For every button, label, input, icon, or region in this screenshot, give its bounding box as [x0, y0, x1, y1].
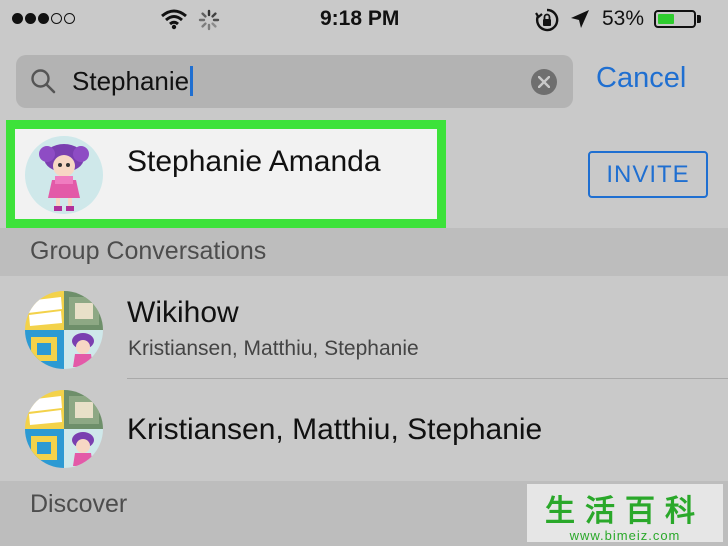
battery-icon [654, 10, 696, 28]
section-header-group-conversations: Group Conversations [0, 228, 728, 276]
group-avatar [25, 390, 103, 468]
group-avatar [25, 291, 103, 369]
contact-avatar [25, 136, 103, 214]
contact-name: Stephanie Amanda [127, 145, 381, 178]
signal-strength-icon [12, 13, 75, 24]
clear-search-icon[interactable] [531, 69, 557, 95]
search-input-text[interactable]: Stephanie [72, 66, 194, 98]
cancel-button[interactable]: Cancel [596, 62, 686, 95]
conversation-title: Kristiansen, Matthiu, Stephanie [127, 413, 543, 446]
watermark-logo: 生活百科 www.bimeiz.com [527, 484, 723, 543]
wifi-icon [161, 9, 187, 30]
list-item[interactable]: Wikihow Kristiansen, Matthiu, Stephanie [0, 276, 728, 372]
search-icon [31, 69, 56, 94]
invite-button[interactable]: INVITE [588, 151, 708, 198]
rotation-lock-icon [535, 8, 559, 32]
status-time: 9:18 PM [320, 7, 400, 30]
battery-percent: 53% [602, 7, 645, 30]
search-field[interactable]: Stephanie [16, 55, 573, 108]
list-item[interactable]: Kristiansen, Matthiu, Stephanie [0, 379, 728, 475]
conversation-title: Wikihow [127, 296, 239, 329]
conversation-subtitle: Kristiansen, Matthiu, Stephanie [128, 337, 419, 360]
text-cursor [190, 66, 194, 97]
battery-level [658, 14, 675, 24]
location-arrow-icon [571, 10, 589, 28]
watermark-url: www.bimeiz.com [569, 528, 681, 543]
watermark-chars: 生活百科 [545, 495, 705, 528]
status-bar: 9:18 PM 53% [0, 0, 728, 40]
battery-tip [697, 15, 701, 23]
activity-spinner-icon [198, 9, 220, 31]
